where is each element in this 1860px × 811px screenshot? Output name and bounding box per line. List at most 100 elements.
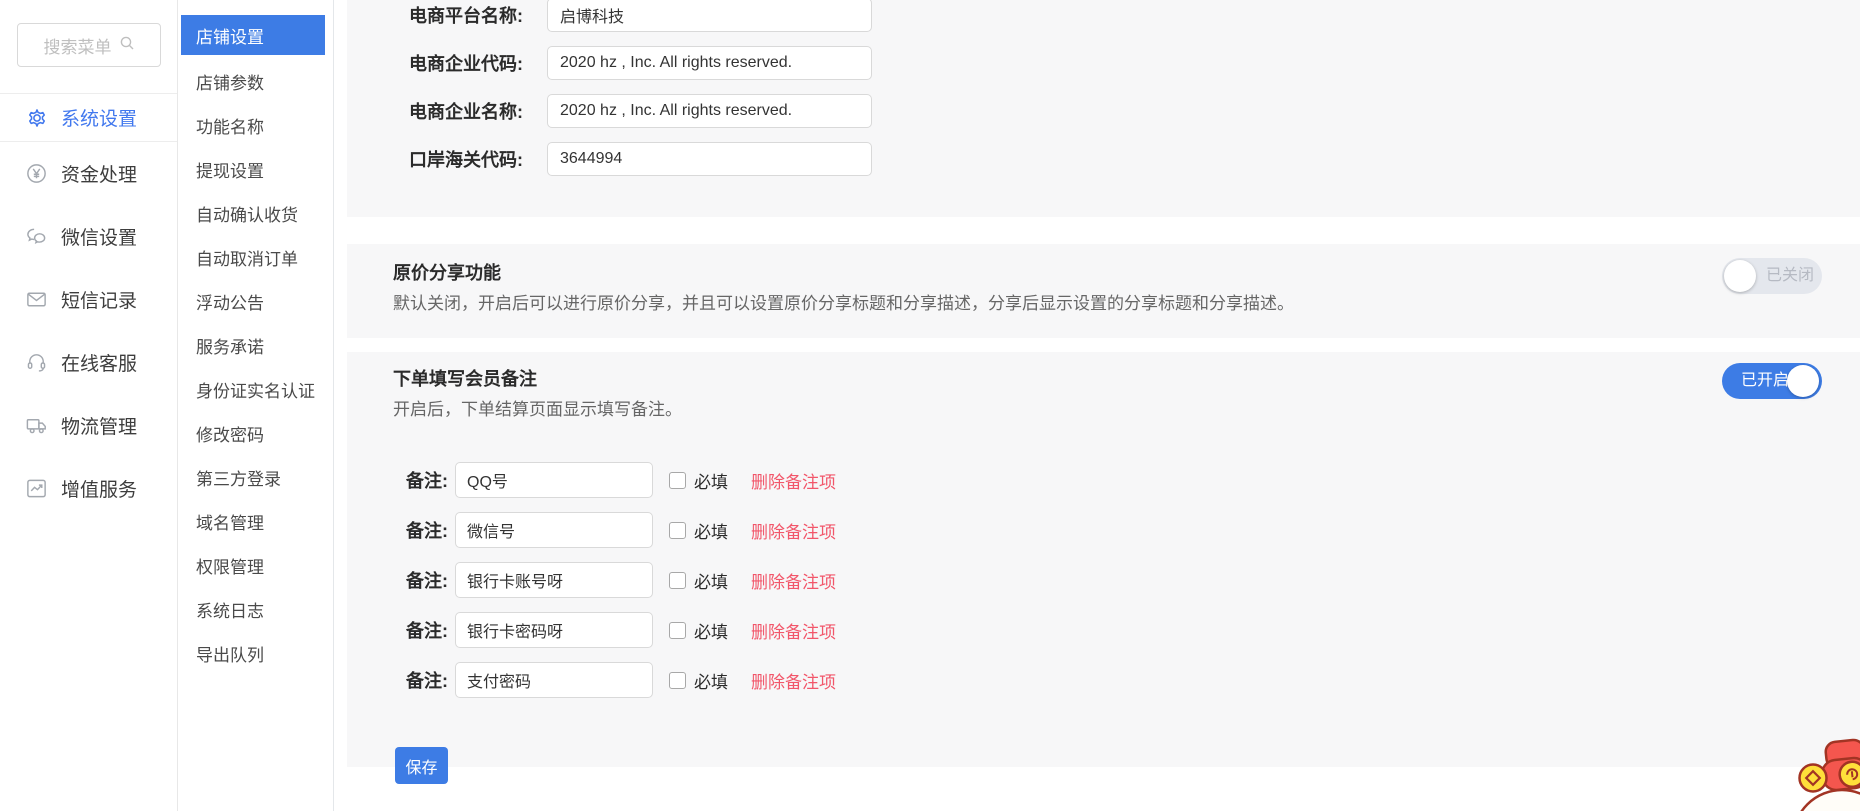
member-remark-toggle[interactable]: 已开启 (1722, 363, 1822, 399)
form-row-enterprise-code: 电商企业代码: (347, 46, 1860, 80)
remark-input-3[interactable] (455, 562, 653, 598)
sidebar-item-system-settings[interactable]: 系统设置 (0, 93, 177, 142)
submenu-item-domain-management[interactable]: 域名管理 (178, 499, 333, 543)
required-checkbox-4[interactable] (669, 622, 686, 639)
remark-input-5[interactable] (455, 662, 653, 698)
remark-row-2: 备注: 必填 删除备注项 (393, 512, 1860, 548)
sidebar-item-label: 物流管理 (61, 412, 137, 439)
toggle-knob (1787, 365, 1819, 397)
sidebar-item-value-added[interactable]: 增值服务 (0, 457, 177, 520)
remark-input-2[interactable] (455, 512, 653, 548)
submenu-item-label: 自动确认收货 (196, 201, 298, 226)
platform-name-label: 电商平台名称: (347, 2, 523, 28)
submenu-item-label: 自动取消订单 (196, 245, 298, 270)
primary-sidebar: 搜索菜单 系统设置 (0, 0, 178, 811)
share-feature-toggle[interactable]: 已关闭 (1722, 258, 1822, 294)
admin-settings-screen: 搜索菜单 系统设置 (0, 0, 1860, 811)
search-icon (119, 35, 135, 56)
menu-search-input[interactable]: 搜索菜单 (17, 23, 161, 67)
remark-rows: 备注: 必填 删除备注项 备注: 必填 删除备注项 备注: (393, 462, 1860, 698)
remark-row-5: 备注: 必填 删除备注项 (393, 662, 1860, 698)
enterprise-code-input[interactable] (547, 46, 872, 80)
sidebar-item-label: 在线客服 (61, 349, 137, 376)
submenu-item-service-promise[interactable]: 服务承诺 (178, 323, 333, 367)
secondary-sidebar: 店铺设置 店铺参数 功能名称 提现设置 自动确认收货 自动取消订单 浮动公告 服… (178, 0, 334, 811)
search-wrap: 搜索菜单 (0, 0, 177, 93)
remark-row-1: 备注: 必填 删除备注项 (393, 462, 1860, 498)
enterprise-name-input[interactable] (547, 94, 872, 128)
main-content: 电商平台名称: 电商企业代码: 电商企业名称: 口岸海关代码: 原价分享功能 默… (334, 0, 1860, 811)
submenu-item-label: 身份证实名认证 (196, 377, 315, 402)
sidebar-item-sms[interactable]: 短信记录 (0, 268, 177, 331)
required-checkbox-2[interactable] (669, 522, 686, 539)
required-checkbox-3[interactable] (669, 572, 686, 589)
gear-icon (25, 106, 48, 129)
delete-remark-link-4[interactable]: 删除备注项 (751, 618, 836, 643)
delete-remark-link-2[interactable]: 删除备注项 (751, 518, 836, 543)
envelope-icon (25, 288, 48, 311)
search-placeholder: 搜索菜单 (44, 33, 112, 58)
submenu-item-shop-params[interactable]: 店铺参数 (178, 59, 333, 103)
submenu-item-withdraw-settings[interactable]: 提现设置 (178, 147, 333, 191)
sidebar-item-logistics[interactable]: 物流管理 (0, 394, 177, 457)
submenu-item-change-password[interactable]: 修改密码 (178, 411, 333, 455)
submenu-item-label: 系统日志 (196, 597, 264, 622)
remark-input-1[interactable] (455, 462, 653, 498)
delete-remark-link-5[interactable]: 删除备注项 (751, 668, 836, 693)
submenu-item-id-verification[interactable]: 身份证实名认证 (178, 367, 333, 411)
remark-label: 备注: (393, 517, 448, 543)
submenu-item-permission-management[interactable]: 权限管理 (178, 543, 333, 587)
sidebar-item-wechat[interactable]: 微信设置 (0, 205, 177, 268)
submenu-item-label: 功能名称 (196, 113, 264, 138)
toggle-state-label: 已关闭 (1766, 258, 1814, 294)
share-feature-title: 原价分享功能 (393, 262, 1860, 284)
sidebar-item-label: 系统设置 (61, 104, 137, 131)
sidebar-item-online-service[interactable]: 在线客服 (0, 331, 177, 394)
remark-input-4[interactable] (455, 612, 653, 648)
submenu-item-label: 权限管理 (196, 553, 264, 578)
submenu-item-feature-names[interactable]: 功能名称 (178, 103, 333, 147)
remark-label: 备注: (393, 567, 448, 593)
enterprise-name-label: 电商企业名称: (347, 98, 523, 124)
customs-code-input[interactable] (547, 142, 872, 176)
form-row-customs-code: 口岸海关代码: (347, 142, 1860, 176)
remark-label: 备注: (393, 667, 448, 693)
share-feature-panel: 原价分享功能 默认关闭，开启后可以进行原价分享，并且可以设置原价分享标题和分享描… (347, 244, 1860, 338)
submenu-item-label: 提现设置 (196, 157, 264, 182)
sidebar-item-label: 短信记录 (61, 286, 137, 313)
sidebar-item-label: 增值服务 (61, 475, 137, 502)
submenu-item-export-queue[interactable]: 导出队列 (178, 631, 333, 675)
required-label: 必填 (694, 668, 728, 693)
required-label: 必填 (694, 468, 728, 493)
sidebar-item-funds[interactable]: 资金处理 (0, 142, 177, 205)
sidebar-item-label: 微信设置 (61, 223, 137, 250)
submenu-item-auto-confirm-receipt[interactable]: 自动确认收货 (178, 191, 333, 235)
save-button[interactable]: 保存 (395, 747, 448, 784)
remark-row-4: 备注: 必填 删除备注项 (393, 612, 1860, 648)
required-label: 必填 (694, 618, 728, 643)
wechat-icon (25, 225, 48, 248)
form-row-enterprise-name: 电商企业名称: (347, 94, 1860, 128)
chart-icon (25, 477, 48, 500)
yen-icon (25, 162, 48, 185)
delete-remark-link-1[interactable]: 删除备注项 (751, 468, 836, 493)
required-label: 必填 (694, 518, 728, 543)
required-checkbox-1[interactable] (669, 472, 686, 489)
toggle-knob (1724, 260, 1756, 292)
member-remark-title: 下单填写会员备注 (393, 368, 1860, 390)
submenu-item-shop-settings[interactable]: 店铺设置 (181, 15, 325, 55)
submenu-item-third-party-login[interactable]: 第三方登录 (178, 455, 333, 499)
submenu-item-label: 店铺设置 (196, 23, 264, 48)
shop-info-panel: 电商平台名称: 电商企业代码: 电商企业名称: 口岸海关代码: (347, 0, 1860, 217)
form-row-platform-name: 电商平台名称: (347, 0, 1860, 32)
submenu-item-system-log[interactable]: 系统日志 (178, 587, 333, 631)
headset-icon (25, 351, 48, 374)
submenu-item-label: 浮动公告 (196, 289, 264, 314)
platform-name-input[interactable] (547, 0, 872, 32)
submenu-item-auto-cancel-order[interactable]: 自动取消订单 (178, 235, 333, 279)
primary-nav: 系统设置 资金处理 微信设置 (0, 93, 177, 520)
submenu-item-floating-notice[interactable]: 浮动公告 (178, 279, 333, 323)
delete-remark-link-3[interactable]: 删除备注项 (751, 568, 836, 593)
submenu-item-label: 域名管理 (196, 509, 264, 534)
required-checkbox-5[interactable] (669, 672, 686, 689)
